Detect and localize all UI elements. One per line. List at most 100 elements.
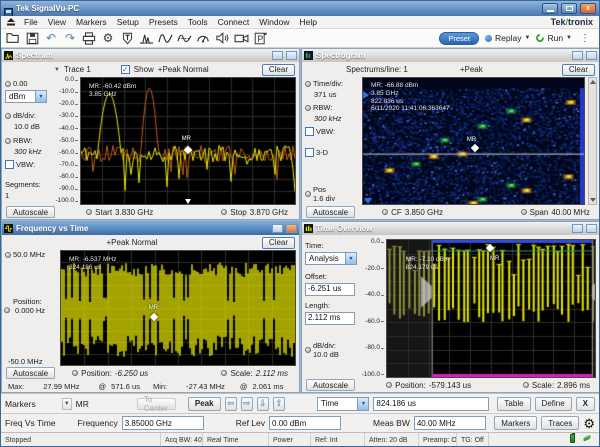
show-checkbox[interactable]: ✓: [121, 65, 130, 74]
spectrogram-scrollbar[interactable]: [588, 77, 597, 205]
panel-minimize-button[interactable]: [272, 224, 283, 233]
spinner-knob[interactable]: [305, 347, 311, 353]
offset-input[interactable]: -6.251 us: [305, 283, 355, 296]
spinner-knob[interactable]: [5, 138, 11, 144]
spinner-knob[interactable]: [305, 191, 311, 197]
rbw-value[interactable]: 300 kHz: [5, 147, 52, 156]
table-button[interactable]: Table: [497, 397, 530, 411]
higher-peak-button[interactable]: ⇧: [273, 397, 285, 411]
spectrum-titlebar[interactable]: Spectrum: [2, 49, 299, 62]
3d-checkbox[interactable]: [305, 148, 314, 157]
menu-item[interactable]: Window: [254, 17, 294, 27]
spinner-knob[interactable]: [521, 209, 527, 215]
preset-button[interactable]: Preset: [439, 32, 479, 45]
spectrogram-plot[interactable]: MR: -66.88 dBm 3.85 GHz 822.036 us 6/11/…: [362, 77, 585, 205]
position-value[interactable]: -6.250 us: [115, 369, 148, 378]
prev-peak-left-button[interactable]: ⇦: [225, 397, 237, 411]
pulse-trace-display-icon[interactable]: [175, 30, 193, 47]
spinner-knob[interactable]: [523, 382, 529, 388]
time-mode-dropdown[interactable]: Analysis▼: [305, 252, 357, 265]
vbw-checkbox[interactable]: [305, 127, 314, 136]
spinner-knob[interactable]: [5, 252, 11, 258]
span-value[interactable]: 40.00 MHz: [551, 208, 590, 217]
autoscale-button[interactable]: Autoscale: [6, 367, 55, 379]
autoscale-button[interactable]: Autoscale: [306, 379, 355, 391]
meas-bw-input[interactable]: [414, 416, 486, 430]
ref-lev-input[interactable]: [269, 416, 341, 430]
marker-select-dropdown[interactable]: ▼: [62, 398, 72, 410]
ref-level-value[interactable]: 0.00: [13, 79, 28, 88]
minimize-button[interactable]: [542, 3, 558, 14]
marker-domain-dropdown[interactable]: Time▼: [317, 397, 369, 411]
spectrum-plot[interactable]: MR: -60.42 dBm 3.85 GHz MR: [80, 77, 296, 205]
replay-button[interactable]: Replay▼: [485, 33, 530, 43]
scroll-down-icon[interactable]: [590, 198, 596, 202]
autoscale-button[interactable]: Autoscale: [6, 206, 55, 218]
to-center-button[interactable]: To Center: [137, 398, 176, 410]
panel-restore-button[interactable]: [572, 51, 583, 60]
menu-item[interactable]: Connect: [213, 17, 255, 27]
spinner-knob[interactable]: [86, 209, 92, 215]
panel-maximize-button[interactable]: [286, 51, 297, 60]
length-input[interactable]: 2.112 ms: [305, 312, 355, 325]
start-value[interactable]: 3.830 GHz: [115, 208, 153, 217]
redo-icon[interactable]: ↷: [61, 30, 79, 47]
spinner-knob[interactable]: [386, 382, 392, 388]
y-max-label[interactable]: 50.0 MHz: [13, 250, 45, 259]
clear-button[interactable]: Clear: [562, 64, 595, 76]
spinner-knob[interactable]: [221, 209, 227, 215]
maximize-button[interactable]: [561, 3, 577, 14]
spectrum-display-icon[interactable]: [137, 30, 155, 47]
autoscale-button[interactable]: Autoscale: [306, 206, 355, 218]
lower-peak-button[interactable]: ⇩: [257, 397, 269, 411]
time-div-value[interactable]: 371 us: [305, 90, 360, 99]
menu-item[interactable]: Markers: [71, 17, 112, 27]
panel-maximize-button[interactable]: [586, 224, 597, 233]
frequency-input[interactable]: [122, 416, 204, 430]
menu-item[interactable]: Presets: [144, 17, 183, 27]
next-peak-right-button[interactable]: ⇨: [241, 397, 253, 411]
menu-item[interactable]: View: [43, 17, 71, 27]
more-options-icon[interactable]: ⋮: [578, 33, 592, 44]
clear-button[interactable]: Clear: [262, 237, 295, 249]
peak-button[interactable]: Peak: [188, 397, 221, 411]
print-icon[interactable]: [80, 30, 98, 47]
spinner-knob[interactable]: [382, 209, 388, 215]
spectrogram-bottom-marker-icon[interactable]: [364, 198, 372, 204]
spinner-knob[interactable]: [5, 81, 11, 87]
time-overview-titlebar[interactable]: Time Overview: [302, 222, 599, 235]
define-button[interactable]: Define: [535, 397, 572, 411]
spinner-knob[interactable]: [305, 105, 311, 111]
freq-vs-time-titlebar[interactable]: Frequency vs Time: [2, 222, 299, 235]
panel-maximize-button[interactable]: [586, 51, 597, 60]
rbw-value[interactable]: 300 kHz: [305, 114, 360, 123]
spectrogram-titlebar[interactable]: Spectrogram: [302, 49, 599, 62]
markers-toolbar-button[interactable]: Markers: [494, 416, 537, 430]
trigger-icon[interactable]: [118, 30, 136, 47]
pos-value[interactable]: 1.6 div: [313, 194, 335, 203]
menu-item[interactable]: File: [19, 17, 43, 27]
close-markers-button[interactable]: X: [576, 397, 595, 411]
spectrums-per-line[interactable]: Spectrums/line: 1: [346, 65, 408, 74]
db-div-value[interactable]: 10.0 dB: [5, 122, 52, 131]
spinner-knob[interactable]: [4, 307, 10, 313]
scroll-up-icon[interactable]: [590, 80, 596, 84]
menu-item[interactable]: Help: [294, 17, 321, 27]
vbw-checkbox[interactable]: [5, 160, 14, 169]
settings-gear-icon[interactable]: ⚙: [583, 417, 595, 430]
settings-gear-icon[interactable]: ⚙: [99, 30, 117, 47]
traces-toolbar-button[interactable]: Traces: [541, 416, 579, 430]
window-titlebar[interactable]: Tek SignalVu-PC x: [1, 1, 599, 16]
time-overview-plot[interactable]: MR: -7.10 dBm 824.179 us MR: [386, 239, 596, 378]
stop-value[interactable]: 3.870 GHz: [250, 208, 288, 217]
instrument-connect-icon[interactable]: [6, 18, 16, 26]
demod-display-icon[interactable]: [194, 30, 212, 47]
scale-value[interactable]: 2.896 ms: [557, 381, 590, 390]
undo-icon[interactable]: ↶: [42, 30, 60, 47]
spinner-knob[interactable]: [305, 81, 311, 87]
save-icon[interactable]: [23, 30, 41, 47]
unit-dropdown[interactable]: dBm▼: [5, 90, 47, 103]
spinner-knob[interactable]: [72, 370, 78, 376]
position-value[interactable]: 0.000 Hz: [5, 306, 45, 315]
spinner-knob[interactable]: [221, 370, 227, 376]
